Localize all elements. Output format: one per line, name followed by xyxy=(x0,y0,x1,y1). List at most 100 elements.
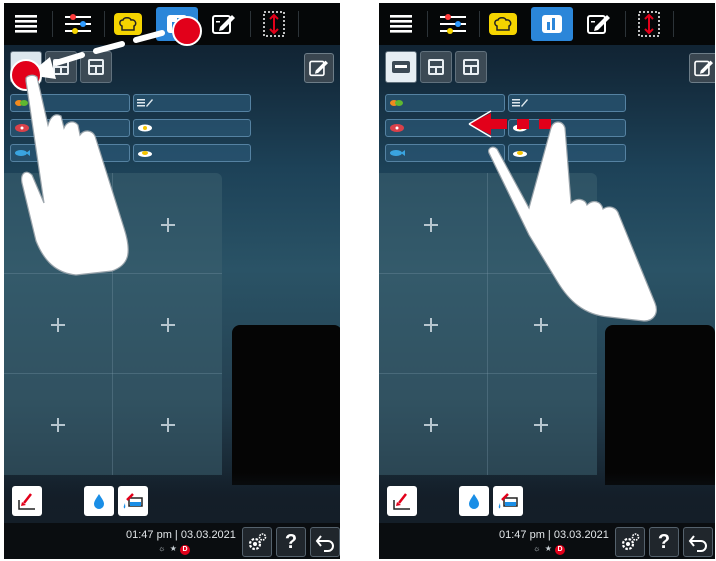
descale-icon xyxy=(123,493,143,509)
program-grid xyxy=(4,173,222,475)
water-drop-icon xyxy=(469,494,479,509)
grid-line xyxy=(4,373,222,374)
grid-line xyxy=(379,373,597,374)
add-slot-button[interactable] xyxy=(51,418,65,432)
category-side-dish[interactable] xyxy=(508,144,626,162)
program-icon xyxy=(167,15,187,33)
help-icon: ? xyxy=(657,530,671,553)
descale-button[interactable] xyxy=(493,486,523,516)
edit-button[interactable] xyxy=(581,7,617,41)
side-dish-icon xyxy=(138,151,152,157)
sliders-button[interactable] xyxy=(60,7,96,41)
back-button[interactable] xyxy=(310,527,340,557)
category-fish[interactable] xyxy=(10,144,130,162)
cleaning-button[interactable] xyxy=(12,486,42,516)
category-edit[interactable] xyxy=(508,94,626,112)
sliders-button[interactable] xyxy=(435,7,471,41)
scroll-icon xyxy=(263,11,285,37)
menu-button[interactable] xyxy=(383,7,419,41)
view-mode-grid-button[interactable] xyxy=(420,51,452,83)
category-vegetables[interactable] xyxy=(385,94,505,112)
category-vegetables[interactable] xyxy=(10,94,130,112)
edit-button[interactable] xyxy=(206,7,242,41)
grid-icon xyxy=(428,59,444,75)
category-meat[interactable] xyxy=(385,119,505,137)
meat-icon xyxy=(390,124,404,132)
add-slot-button[interactable] xyxy=(161,218,175,232)
scroll-button[interactable] xyxy=(256,7,292,41)
grid-line xyxy=(487,173,488,475)
descale-button[interactable] xyxy=(118,486,148,516)
add-slot-button[interactable] xyxy=(534,418,548,432)
back-button[interactable] xyxy=(683,527,713,557)
vegetable-icon xyxy=(390,100,403,106)
status-time: 01:47 pm xyxy=(499,529,545,541)
bottom-fade xyxy=(4,473,340,523)
add-slot-button[interactable] xyxy=(424,418,438,432)
view-mode-list-button[interactable] xyxy=(385,51,417,83)
view-mode-list-button[interactable] xyxy=(10,51,42,83)
cleaning-button[interactable] xyxy=(387,486,417,516)
toolbar-divider xyxy=(479,11,480,37)
gear-icon xyxy=(621,533,640,551)
category-meat[interactable] xyxy=(10,119,130,137)
status-icons: ☼ ★ D xyxy=(158,544,190,555)
status-date: 03.03.2021 xyxy=(180,529,236,541)
view-mode-group xyxy=(10,51,112,85)
add-slot-button[interactable] xyxy=(534,318,548,332)
fish-icon xyxy=(390,150,405,156)
chat-icon: ☼ xyxy=(158,544,166,553)
add-slot-button[interactable] xyxy=(424,218,438,232)
add-slot-button[interactable] xyxy=(51,318,65,332)
program-tab[interactable] xyxy=(531,7,573,41)
side-dish-icon xyxy=(513,151,527,157)
edit-list-button[interactable] xyxy=(689,53,715,83)
settings-sliders-icon xyxy=(65,14,91,34)
category-side-dish[interactable] xyxy=(133,144,251,162)
grid-line xyxy=(379,273,597,274)
list-icon xyxy=(392,61,410,73)
category-egg[interactable] xyxy=(508,119,626,137)
view-mode-split-button[interactable] xyxy=(455,51,487,83)
meat-icon xyxy=(15,124,29,132)
view-mode-grid-button[interactable] xyxy=(45,51,77,83)
add-slot-button[interactable] xyxy=(161,318,175,332)
help-button[interactable]: ? xyxy=(649,527,679,557)
water-button[interactable] xyxy=(84,486,114,516)
chef-button[interactable] xyxy=(110,7,146,41)
program-grid xyxy=(379,173,597,475)
add-slot-button[interactable] xyxy=(424,318,438,332)
settings-button[interactable] xyxy=(615,527,645,557)
scroll-button[interactable] xyxy=(631,7,667,41)
top-toolbar xyxy=(379,3,715,45)
help-button[interactable]: ? xyxy=(276,527,306,557)
grid-icon xyxy=(53,59,69,75)
edit-list-icon xyxy=(512,99,528,107)
settings-sliders-icon xyxy=(440,14,466,34)
menu-button[interactable] xyxy=(8,7,44,41)
status-date: 03.03.2021 xyxy=(553,529,609,541)
status-time-date: 01:47 pm | 03.03.2021 xyxy=(499,529,609,541)
water-button[interactable] xyxy=(459,486,489,516)
back-icon xyxy=(688,535,707,552)
program-tab[interactable] xyxy=(156,7,198,41)
split-icon xyxy=(463,59,479,75)
toolbar-divider xyxy=(625,11,626,37)
grid-line xyxy=(112,173,113,475)
descale-icon xyxy=(498,493,518,509)
chef-hat-icon xyxy=(489,13,517,35)
category-fish[interactable] xyxy=(385,144,505,162)
chef-button[interactable] xyxy=(485,7,521,41)
bottom-fade xyxy=(379,473,715,523)
screen-left: 01:47 pm | 03.03.2021 ☼ ★ D ? xyxy=(4,3,340,559)
settings-button[interactable] xyxy=(242,527,272,557)
category-edit[interactable] xyxy=(133,94,251,112)
water-drop-icon xyxy=(94,494,104,509)
edit-list-button[interactable] xyxy=(304,53,334,83)
add-slot-button[interactable] xyxy=(161,418,175,432)
toolbar-divider xyxy=(250,11,251,37)
program-icon xyxy=(542,15,562,33)
egg-icon xyxy=(513,124,527,132)
category-egg[interactable] xyxy=(133,119,251,137)
view-mode-split-button[interactable] xyxy=(80,51,112,83)
